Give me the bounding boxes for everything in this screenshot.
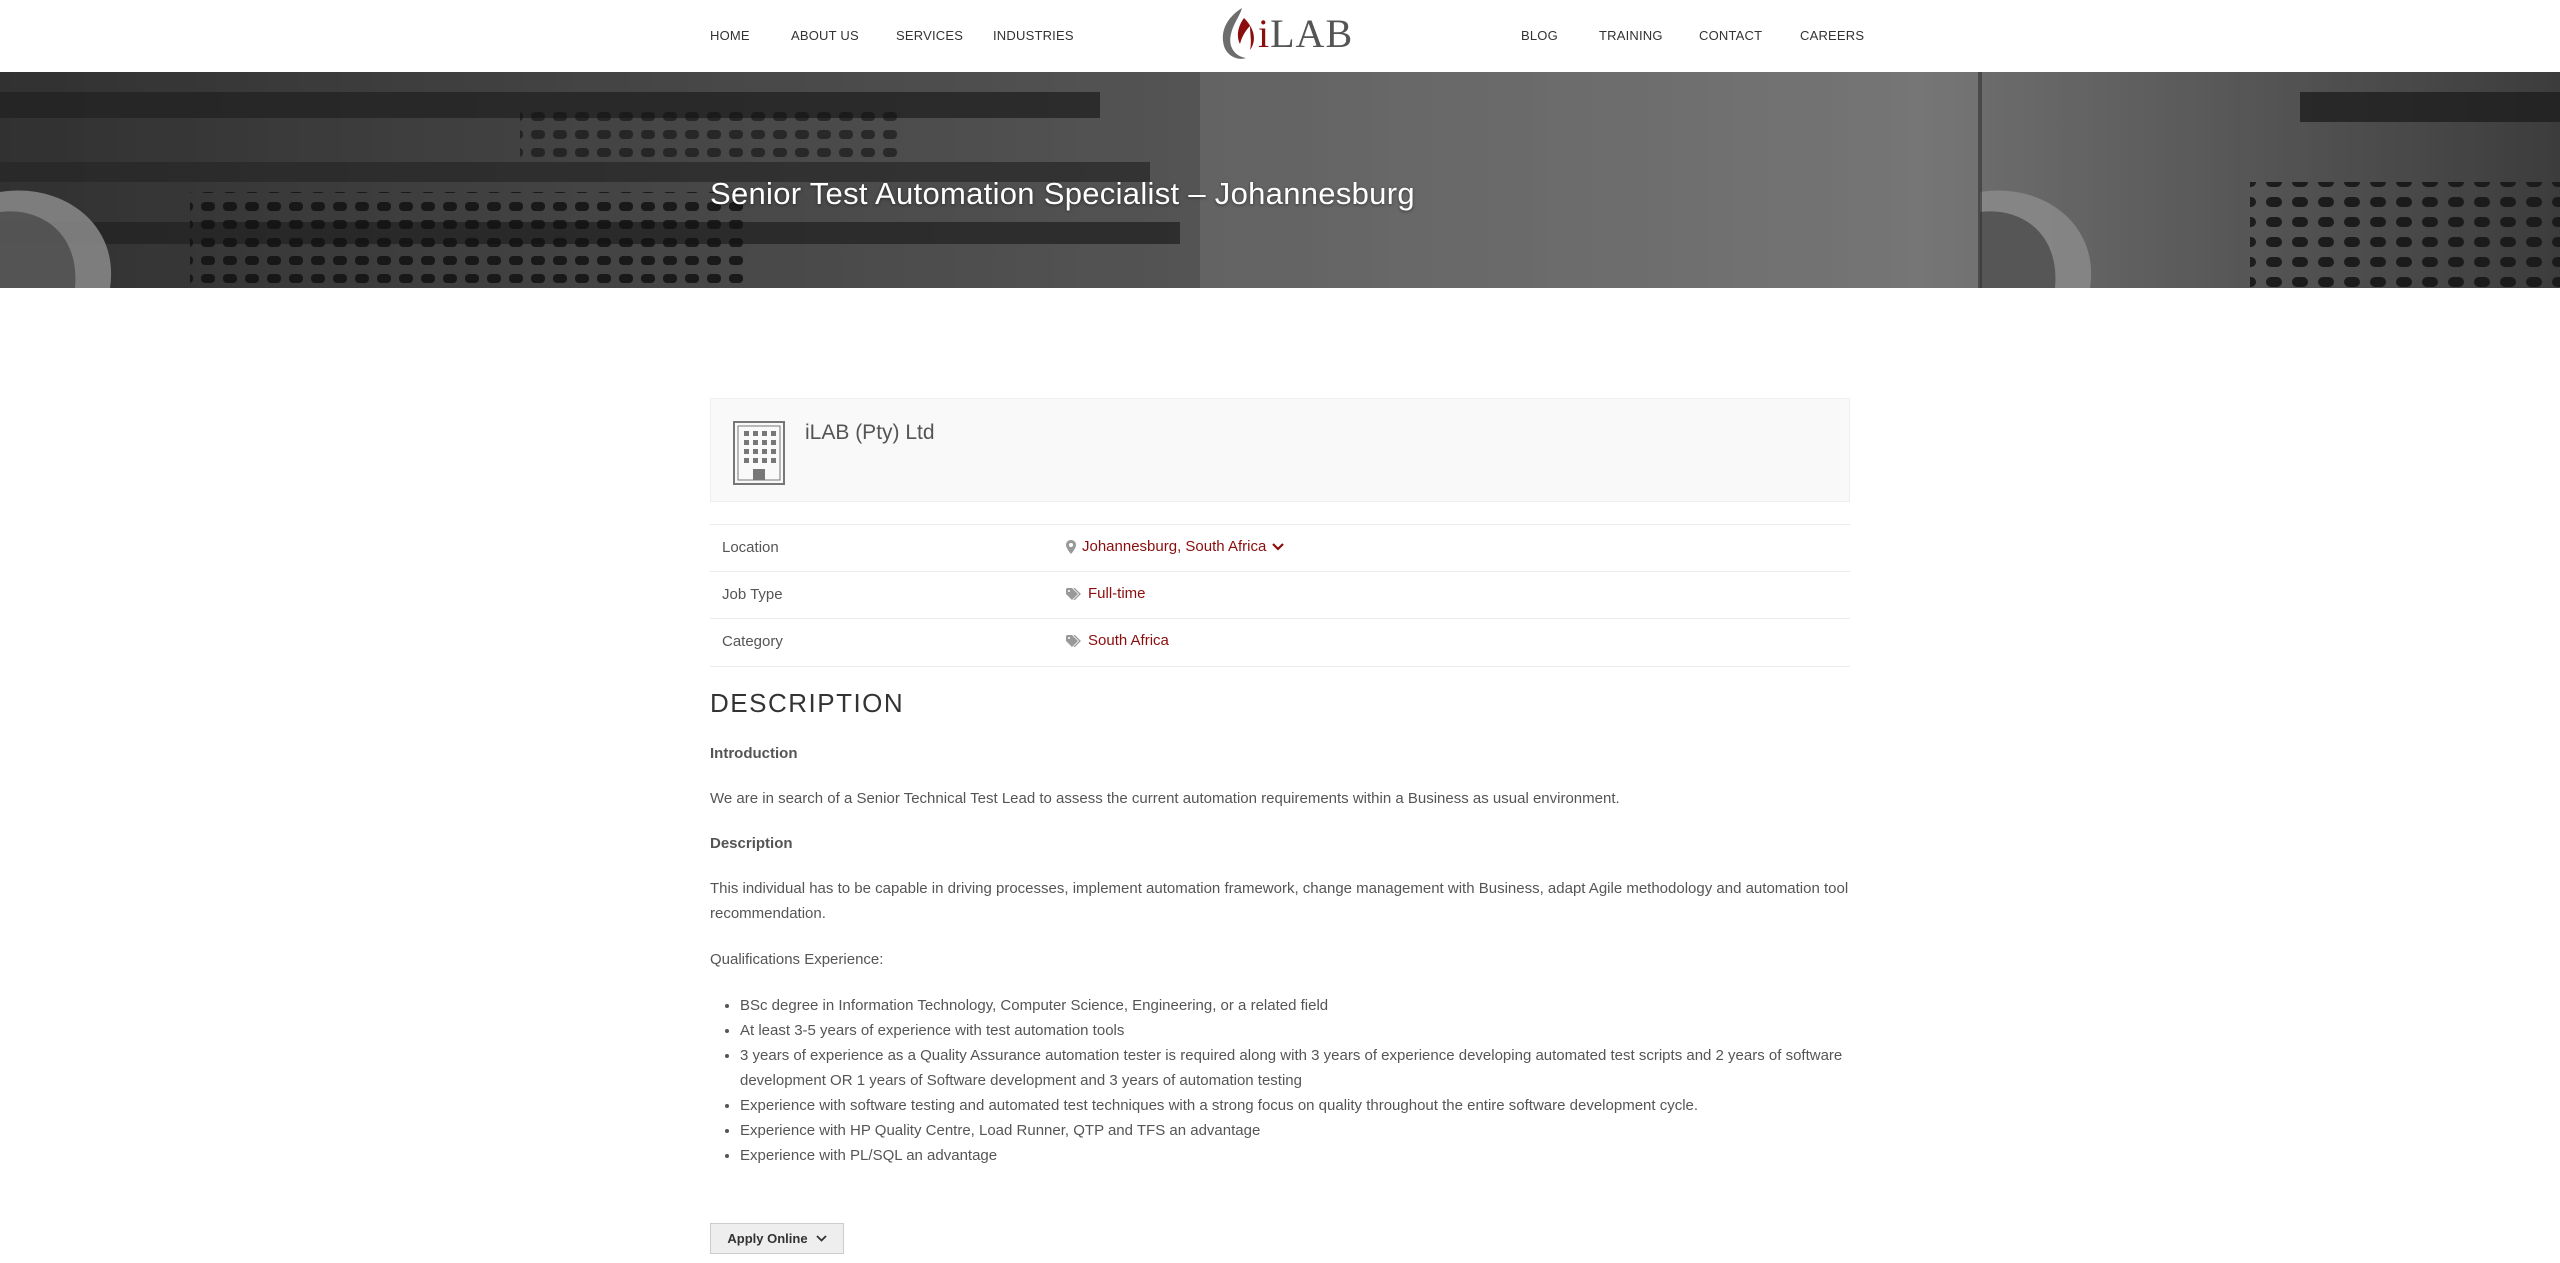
qualifications-heading: Qualifications Experience: bbox=[710, 951, 884, 968]
nav-training[interactable]: TRAINING bbox=[1599, 28, 1663, 43]
meta-row-category: Category South Africa bbox=[710, 618, 1850, 667]
list-item: 3 years of experience as a Quality Assur… bbox=[740, 1043, 1850, 1093]
nav-blog[interactable]: BLOG bbox=[1521, 28, 1558, 43]
meta-row-location: Location Johannesburg, South Africa bbox=[710, 524, 1850, 571]
hero-banner: Senior Test Automation Specialist – Joha… bbox=[0, 72, 2560, 288]
job-type-value[interactable]: Full-time bbox=[1066, 585, 1146, 602]
list-item: At least 3-5 years of experience with te… bbox=[740, 1018, 1850, 1043]
company-name: iLAB (Pty) Ltd bbox=[805, 421, 935, 444]
category-link[interactable]: South Africa bbox=[1088, 632, 1169, 649]
list-item: Experience with HP Quality Centre, Load … bbox=[740, 1118, 1850, 1143]
desc-heading: Description bbox=[710, 835, 793, 852]
site-header: HOME ABOUT US SERVICES INDUSTRIES BLOG T… bbox=[0, 0, 2560, 72]
desc-text: This individual has to be capable in dri… bbox=[710, 880, 1849, 922]
tag-icon bbox=[1066, 587, 1081, 600]
location-value[interactable]: Johannesburg, South Africa bbox=[1066, 538, 1285, 555]
site-logo[interactable]: iLAB bbox=[1216, 4, 1352, 62]
logo-wordmark: iLAB bbox=[1258, 11, 1354, 56]
category-value[interactable]: South Africa bbox=[1066, 632, 1169, 649]
page-title: Senior Test Automation Specialist – Joha… bbox=[710, 176, 1415, 211]
nav-home[interactable]: HOME bbox=[710, 28, 750, 43]
nav-industries[interactable]: INDUSTRIES bbox=[993, 28, 1074, 43]
qualifications-list: BSc degree in Information Technology, Co… bbox=[710, 993, 1850, 1168]
flame-logo-icon bbox=[1222, 8, 1254, 59]
apply-online-button[interactable]: Apply Online bbox=[710, 1223, 844, 1254]
tag-icon bbox=[1066, 634, 1081, 647]
location-label: Location bbox=[722, 539, 779, 556]
chevron-down-icon bbox=[815, 1235, 827, 1242]
description-heading: DESCRIPTION bbox=[710, 688, 905, 718]
list-item: Experience with PL/SQL an advantage bbox=[740, 1143, 1850, 1168]
location-link[interactable]: Johannesburg, South Africa bbox=[1082, 538, 1266, 555]
apply-online-label: Apply Online bbox=[727, 1231, 808, 1246]
list-item: BSc degree in Information Technology, Co… bbox=[740, 993, 1850, 1018]
nav-services[interactable]: SERVICES bbox=[896, 28, 963, 43]
meta-row-job-type: Job Type Full-time bbox=[710, 571, 1850, 618]
map-pin-icon bbox=[1066, 539, 1076, 554]
nav-contact[interactable]: CONTACT bbox=[1699, 28, 1762, 43]
chevron-down-icon[interactable] bbox=[1272, 542, 1285, 551]
category-label: Category bbox=[722, 633, 783, 650]
job-type-link[interactable]: Full-time bbox=[1088, 585, 1146, 602]
company-box: iLAB (Pty) Ltd bbox=[710, 398, 1850, 502]
intro-text: We are in search of a Senior Technical T… bbox=[710, 790, 1620, 807]
nav-careers[interactable]: CAREERS bbox=[1800, 28, 1864, 43]
job-type-label: Job Type bbox=[722, 586, 783, 603]
nav-about-us[interactable]: ABOUT US bbox=[791, 28, 859, 43]
list-item: Experience with software testing and aut… bbox=[740, 1093, 1850, 1118]
intro-heading: Introduction bbox=[710, 745, 798, 762]
building-icon bbox=[733, 421, 785, 485]
